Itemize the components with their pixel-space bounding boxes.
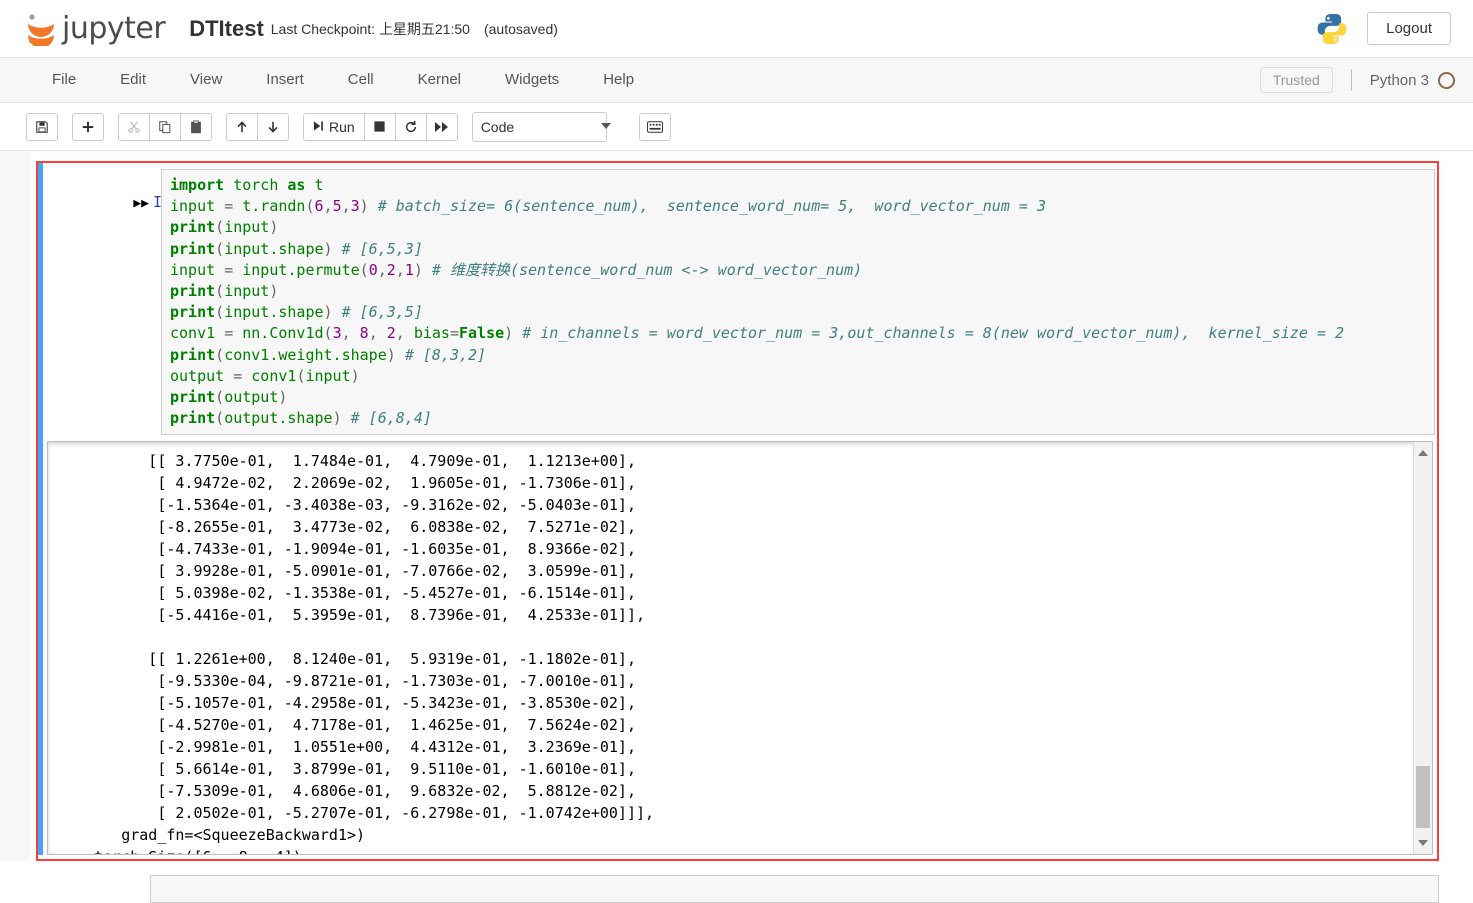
code-source: import torch as t input = t.randn(6,5,3)…: [170, 176, 1345, 428]
menu-item-cell[interactable]: Cell: [326, 58, 396, 102]
toolbar-group-clipboard: [118, 112, 212, 141]
menu-item-kernel[interactable]: Kernel: [396, 58, 483, 102]
output-scrollbar[interactable]: [1413, 442, 1432, 855]
cell-type-select-wrapper: Code: [471, 111, 623, 142]
notebook-body: ▶▶In [92]: import torch as t input = t.r…: [0, 151, 1473, 903]
menu-item-view[interactable]: View: [168, 58, 244, 102]
code-editor[interactable]: import torch as t input = t.randn(6,5,3)…: [161, 169, 1435, 436]
code-cell-inner: ▶▶In [92]: import torch as t input = t.r…: [38, 163, 1437, 856]
fast-forward-icon[interactable]: [425, 112, 458, 141]
toolbar-group-add: [72, 112, 104, 141]
toolbar-group-run: Run: [303, 112, 458, 141]
copy-icon[interactable]: [149, 112, 181, 141]
menu-item-help[interactable]: Help: [581, 58, 656, 102]
scissors-icon[interactable]: [118, 112, 150, 141]
scroll-down-arrow-icon[interactable]: [1414, 834, 1432, 852]
trusted-badge[interactable]: Trusted: [1259, 67, 1333, 93]
run-button[interactable]: Run: [303, 112, 365, 141]
toolbar-group-save: [26, 112, 58, 141]
code-cell[interactable]: ▶▶In [92]: import torch as t input = t.r…: [36, 161, 1439, 862]
menubar-right-status: Trusted Python 3: [1259, 58, 1455, 102]
menu-item-edit[interactable]: Edit: [98, 58, 168, 102]
next-code-cell[interactable]: [150, 875, 1439, 903]
paste-icon[interactable]: [180, 112, 212, 141]
notebook-header: jupyter DTItest Last Checkpoint: 上星期五21:…: [0, 0, 1473, 58]
notebook-toolbar: Run Code: [0, 103, 1473, 151]
menu-item-insert[interactable]: Insert: [244, 58, 326, 102]
run-button-label: Run: [329, 118, 355, 135]
toolbar-group-move: [226, 112, 289, 141]
arrow-down-icon[interactable]: [257, 112, 289, 141]
stop-square-icon[interactable]: [363, 112, 396, 141]
play-step-icon[interactable]: ▶▶: [133, 196, 149, 211]
plus-icon[interactable]: [72, 112, 104, 141]
cell-type-select[interactable]: Code: [471, 111, 607, 142]
restart-circle-icon[interactable]: [394, 112, 427, 141]
last-checkpoint-label: Last Checkpoint: 上星期五21:50: [270, 20, 470, 37]
menu-item-file[interactable]: File: [30, 58, 98, 102]
cell-output-area[interactable]: [[ 3.7750e-01, 1.7484e-01, 4.7909e-01, 1…: [47, 441, 1433, 856]
arrow-up-icon[interactable]: [226, 112, 258, 141]
keyboard-command-palette-icon[interactable]: [638, 112, 671, 141]
jupyter-logo-icon: [24, 12, 58, 46]
save-disk-icon[interactable]: [26, 112, 58, 141]
kernel-idle-circle-icon[interactable]: [1438, 71, 1455, 89]
python-logo-icon: [1315, 12, 1349, 46]
header-right-controls: Logout: [1315, 0, 1451, 57]
menu-bar: File Edit View Insert Cell Kernel Widget…: [0, 58, 1473, 103]
autosaved-status: (autosaved): [483, 20, 558, 37]
toolbar-group-palette: [638, 112, 671, 141]
jupyter-wordmark: jupyter: [62, 11, 166, 46]
notebook-title[interactable]: DTItest: [189, 17, 264, 40]
menu-item-widgets[interactable]: Widgets: [483, 58, 581, 102]
scrollbar-thumb[interactable]: [1416, 766, 1430, 829]
code-cell-input-row: ▶▶In [92]: import torch as t input = t.r…: [43, 163, 1437, 436]
left-gutter: [0, 151, 30, 861]
kernel-name-label: Python 3: [1369, 71, 1429, 89]
output-scroll-viewport: [[ 3.7750e-01, 1.7484e-01, 4.7909e-01, 1…: [48, 442, 1414, 854]
output-stream-text: [[ 3.7750e-01, 1.7484e-01, 4.7909e-01, 1…: [94, 452, 655, 854]
jupyter-logo[interactable]: jupyter: [24, 11, 166, 46]
scroll-up-arrow-icon[interactable]: [1414, 444, 1432, 462]
menubar-divider: [1350, 69, 1352, 91]
logout-button[interactable]: Logout: [1367, 12, 1451, 45]
run-step-icon: [313, 119, 324, 135]
input-prompt: ▶▶In [92]:: [43, 169, 234, 229]
